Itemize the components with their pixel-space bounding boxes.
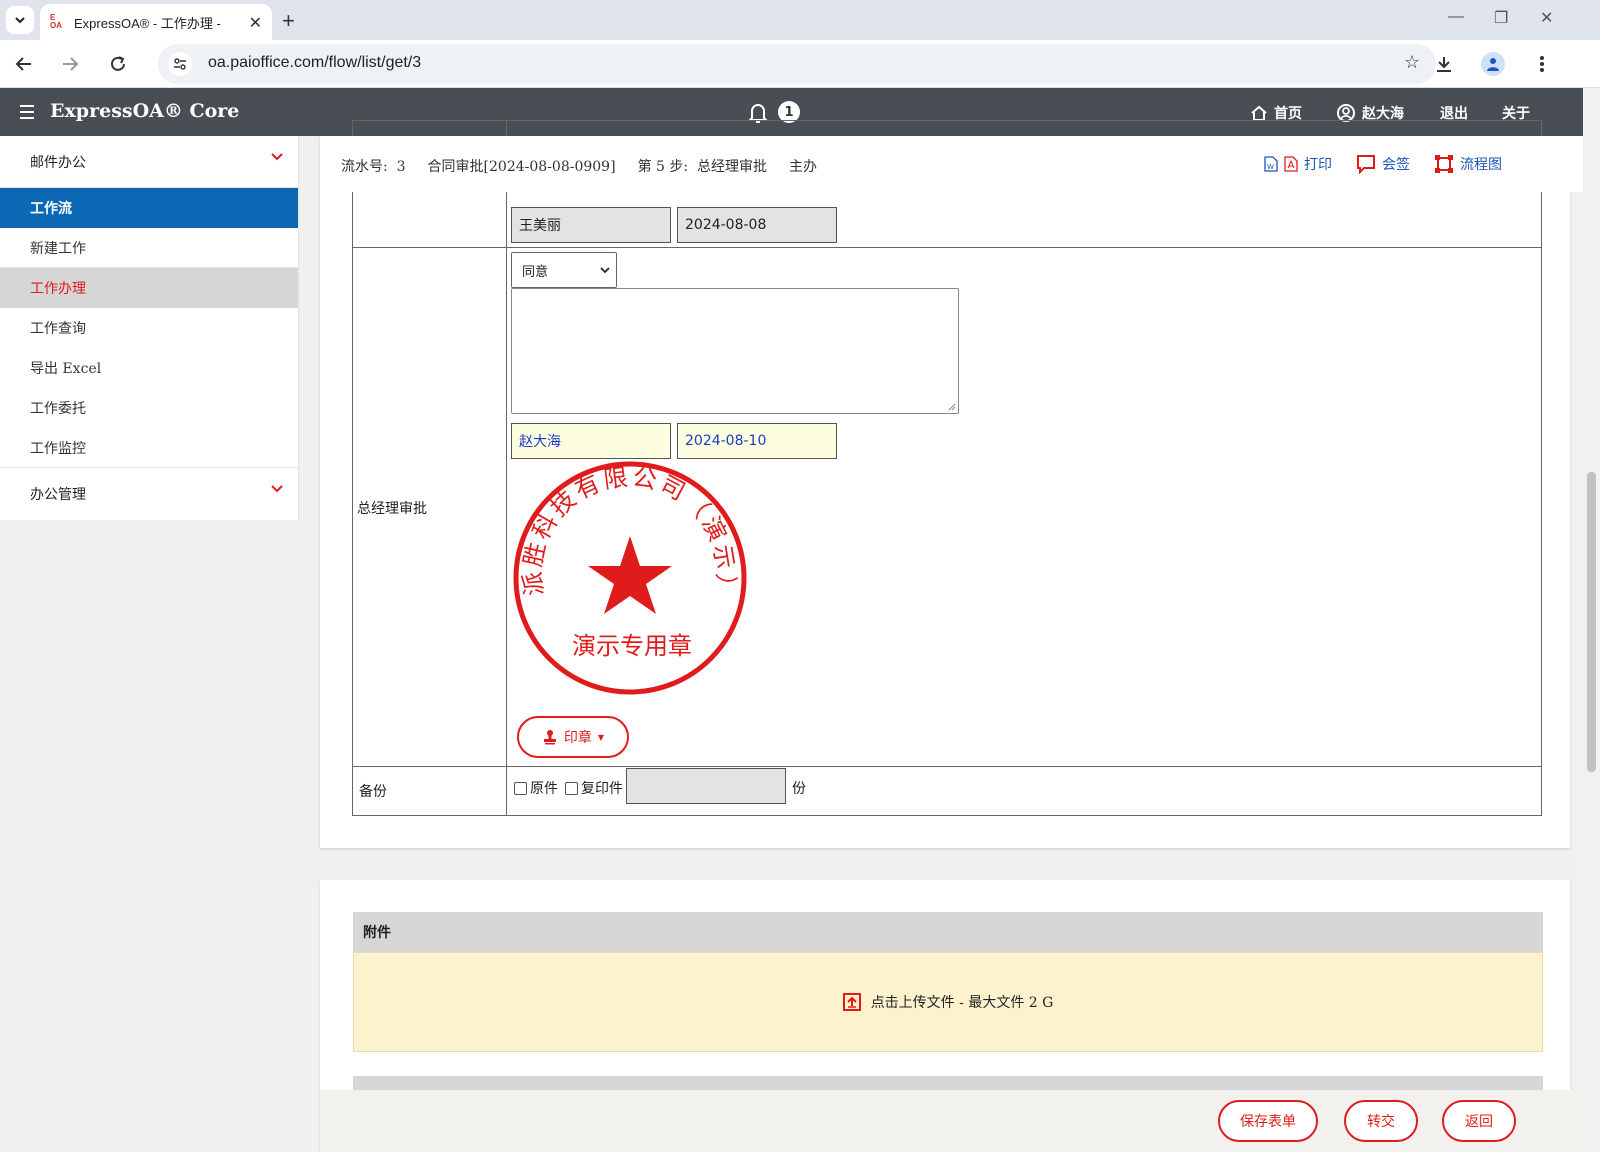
copies-unit: 份 <box>792 781 806 797</box>
chevron-down-icon <box>271 485 283 493</box>
flowchart-icon <box>1435 155 1453 173</box>
app-title: ExpressOA® Core <box>50 100 240 122</box>
countersign-button[interactable]: 会签 <box>1356 154 1410 174</box>
original-label: 原件 <box>530 781 558 797</box>
restore-button[interactable]: ❐ <box>1494 8 1508 28</box>
arrow-right-icon <box>63 57 79 71</box>
sidebar-item-new-work[interactable]: 新建工作 <box>0 228 298 268</box>
sidebar-item-delegate-work[interactable]: 工作委托 <box>0 388 298 428</box>
copies-input[interactable] <box>626 768 786 804</box>
tab-title: ExpressOA® - 工作办理 - <box>74 15 221 31</box>
table-row-line <box>352 766 1542 767</box>
next-section-header <box>353 1076 1543 1090</box>
reload-button[interactable] <box>104 50 132 78</box>
original-checkbox[interactable] <box>514 782 527 795</box>
flowchart-label: 流程图 <box>1460 157 1502 173</box>
minimize-button[interactable]: — <box>1448 8 1464 26</box>
sidebar-group-label: 办公管理 <box>30 487 86 503</box>
sidebar-section-workflow[interactable]: 工作流 <box>0 188 298 228</box>
upload-area[interactable]: 点击上传文件 - 最大文件 2 G <box>353 952 1543 1052</box>
save-form-button[interactable]: 保存表单 <box>1218 1100 1318 1142</box>
reload-icon <box>111 56 125 71</box>
countersign-label: 会签 <box>1382 157 1410 173</box>
download-icon <box>1437 57 1451 72</box>
flowchart-button[interactable]: 流程图 <box>1434 154 1502 174</box>
copy-checkbox[interactable] <box>565 782 578 795</box>
scrollbar-thumb[interactable] <box>1587 472 1596 772</box>
stamp-icon <box>543 730 556 745</box>
copy-label: 复印件 <box>581 781 623 797</box>
chevron-down-icon <box>15 17 25 24</box>
sidebar-group-label: 邮件办公 <box>30 154 86 171</box>
print-button[interactable]: W 打印 <box>1264 154 1332 174</box>
download-button[interactable] <box>1430 50 1458 78</box>
new-tab-button[interactable]: + <box>282 8 295 34</box>
table-row-line <box>352 247 1542 248</box>
caret-down-icon: ▼ <box>597 732 605 742</box>
comment-textarea[interactable] <box>511 288 959 414</box>
prev-signer-field: 王美丽 <box>511 207 671 243</box>
browser-menu-button[interactable] <box>1528 50 1556 78</box>
backup-label: 备份 <box>359 784 387 800</box>
tab-search-button[interactable] <box>6 6 34 34</box>
browser-tab[interactable]: E OA ExpressOA® - 工作办理 - ✕ <box>40 4 272 40</box>
sidebar-group-mail[interactable]: 邮件办公 <box>0 136 298 188</box>
tab-close-icon[interactable]: ✕ <box>249 13 262 32</box>
transfer-button[interactable]: 转交 <box>1344 1100 1418 1142</box>
stamp-button[interactable]: 印章 ▼ <box>517 716 629 758</box>
svg-text:W: W <box>1267 163 1274 171</box>
sidebar: 邮件办公 工作流 新建工作 工作办理 工作查询 导出 Excel 工作委托 工作… <box>0 136 299 520</box>
chevron-down-icon <box>600 267 610 274</box>
profile-button[interactable] <box>1479 50 1507 78</box>
role-label: 主办 <box>789 159 817 175</box>
bookmark-star-icon[interactable]: ☆ <box>1404 52 1420 73</box>
comment-icon <box>1357 155 1375 174</box>
page-scrollbar[interactable] <box>1583 88 1600 1152</box>
more-vertical-icon <box>1540 56 1544 72</box>
action-footer: 保存表单 转交 返回 <box>320 1090 1583 1152</box>
decision-select[interactable]: 同意 <box>511 252 617 288</box>
word-file-icon: W <box>1264 156 1278 172</box>
forward-button[interactable] <box>56 50 84 78</box>
sidebar-item-handle-work[interactable]: 工作办理 <box>0 268 298 308</box>
table-divider <box>352 120 507 816</box>
stamp-button-label: 印章 <box>563 730 592 746</box>
sidebar-group-office[interactable]: 办公管理 <box>0 468 298 520</box>
site-info-icon[interactable] <box>168 52 192 76</box>
prev-date-field: 2024-08-08 <box>677 207 837 243</box>
browser-toolbar: oa.paioffice.com/flow/list/get/3 ☆ <box>0 40 1600 88</box>
flow-info: 流水号: 3 合同审批[2024-08-08-0909] 第 5 步: 总经理审… <box>341 156 817 176</box>
menu-icon[interactable] <box>20 105 34 123</box>
signer-field: 赵大海 <box>511 423 671 459</box>
upload-text: 点击上传文件 - 最大文件 2 G <box>870 995 1054 1011</box>
print-label: 打印 <box>1304 157 1332 173</box>
flow-info-bar: 流水号: 3 合同审批[2024-08-08-0909] 第 5 步: 总经理审… <box>320 136 1583 192</box>
step-info: 第 5 步: 总经理审批 <box>637 159 767 175</box>
flow-name: 合同审批[2024-08-08-0909] <box>427 159 616 175</box>
attachments-header: 附件 <box>353 912 1543 952</box>
upload-icon <box>842 993 861 1011</box>
avatar <box>1481 52 1505 76</box>
serial-label: 流水号: 3 <box>341 159 406 175</box>
favicon: E OA <box>50 13 62 30</box>
seal-purpose-text: 演示专用章 <box>572 632 692 660</box>
decision-value: 同意 <box>522 264 549 280</box>
url-text: oa.paioffice.com/flow/list/get/3 <box>208 54 422 71</box>
pdf-file-icon <box>1284 156 1298 172</box>
chevron-down-icon <box>271 153 283 161</box>
sidebar-item-query-work[interactable]: 工作查询 <box>0 308 298 348</box>
sidebar-item-monitor-work[interactable]: 工作监控 <box>0 428 298 468</box>
close-window-button[interactable]: ✕ <box>1540 8 1553 28</box>
browser-tabbar: E OA ExpressOA® - 工作办理 - ✕ + — ❐ ✕ <box>0 0 1600 40</box>
sidebar-item-export-excel[interactable]: 导出 Excel <box>0 348 298 388</box>
sign-date-field: 2024-08-10 <box>677 423 837 459</box>
back-button[interactable] <box>10 50 38 78</box>
gm-approval-label: 总经理审批 <box>357 501 427 517</box>
back-button-form[interactable]: 返回 <box>1442 1100 1516 1142</box>
company-seal: 派胜科技有限公司（演示） 演示专用章 <box>513 461 747 695</box>
arrow-left-icon <box>15 57 31 71</box>
address-bar[interactable]: oa.paioffice.com/flow/list/get/3 ☆ <box>158 44 1436 84</box>
resize-handle-icon[interactable] <box>948 403 956 411</box>
